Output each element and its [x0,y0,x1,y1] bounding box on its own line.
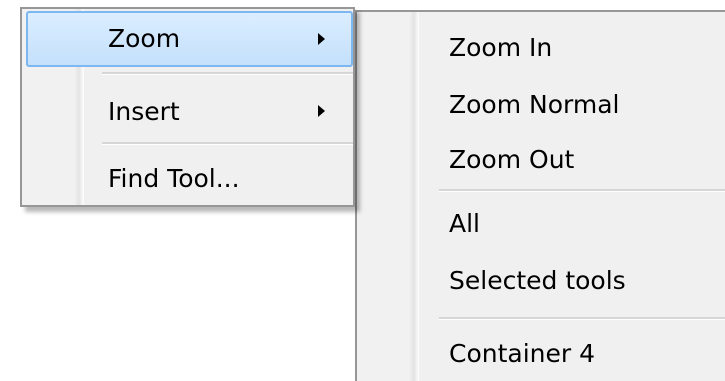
context-menu: Zoom Insert Find Tool... [20,7,355,207]
menu-item-zoom-highlight[interactable] [26,11,353,67]
submenu-arrow-icon [318,105,325,117]
menu-separator [102,142,353,145]
menu-item-zoom-out[interactable]: Zoom Out [449,147,574,172]
menu-item-all[interactable]: All [449,211,480,236]
screen: Zoom In Zoom Normal Zoom Out All Selecte… [0,0,725,381]
submenu-separator [439,317,725,320]
menu-item-zoom[interactable]: Zoom [108,26,180,51]
submenu-separator [439,189,725,192]
menu-item-zoom-in[interactable]: Zoom In [449,35,552,60]
menu-separator [102,72,353,75]
zoom-submenu: Zoom In Zoom Normal Zoom Out All Selecte… [355,10,725,381]
menu-item-container-4[interactable]: Container 4 [449,341,595,366]
submenu-icon-gutter [357,12,419,381]
menu-item-selected-tools[interactable]: Selected tools [449,268,626,293]
menu-item-zoom-normal[interactable]: Zoom Normal [449,92,619,117]
menu-item-insert[interactable]: Insert [108,99,180,124]
submenu-arrow-icon [318,33,325,45]
menu-item-find-tool[interactable]: Find Tool... [108,166,240,191]
